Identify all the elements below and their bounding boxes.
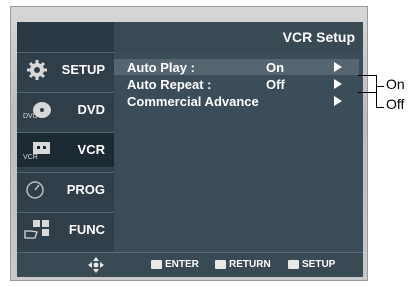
callout-connector [358,75,376,76]
callout-tick [376,86,384,87]
row-label: Commercial Advance [127,94,259,109]
row-value: On [266,60,285,75]
sidebar-item-label: FUNC [68,222,105,237]
footer-return: RETURN [215,259,271,270]
callout-on: On [386,76,405,92]
sidebar-item-vcr[interactable]: VCR VCR [17,132,114,167]
osd-screen: VCR Setup SETUP DVD DVD VCR VCR PROG FUN… [17,22,363,277]
vcr-icon-text: VCR [23,154,38,161]
footer-enter-label: ENTER [165,259,199,270]
footer-enter: ENTER [151,259,199,270]
row-label: Auto Play : [127,60,195,75]
arrow-right-icon [334,62,342,72]
page-title: VCR Setup [282,29,355,45]
sidebar-item-label: VCR [77,142,105,157]
menu-row-commercial-advance[interactable]: Commercial Advance [114,93,359,109]
menu-content: Auto Play : On Auto Repeat : Off Commerc… [114,52,363,252]
hand-icon [24,220,49,239]
sidebar-item-label: SETUP [61,62,105,77]
gear-icon [27,60,47,80]
sidebar-item-label: DVD [77,102,105,117]
menu-row-auto-repeat[interactable]: Auto Repeat : Off [114,76,359,92]
sidebar-item-func[interactable]: FUNC [17,212,114,247]
row-value: Off [266,77,285,92]
arrow-right-icon [334,79,342,89]
header-bar: VCR Setup [17,22,363,52]
footer-bar: ENTER RETURN SETUP [17,252,363,277]
dpad-icon [88,257,104,273]
arrow-right-icon [334,96,342,106]
footer-setup-label: SETUP [302,259,336,270]
callout-off: Off [386,96,405,112]
menu-row-auto-play[interactable]: Auto Play : On [114,59,359,75]
dvd-icon: DVD [23,102,51,120]
sidebar-item-dvd[interactable]: DVD DVD [17,92,114,127]
footer-return-label: RETURN [229,259,271,270]
header-left-block [17,22,114,52]
dvd-icon-text: DVD [23,113,38,120]
clock-icon [26,181,44,199]
callout-tick [376,107,384,108]
enter-icon [151,259,162,269]
setup-icon [288,259,299,269]
return-icon [215,259,226,269]
footer-setup: SETUP [288,259,335,270]
callout-bracket [376,75,377,108]
sidebar-item-prog[interactable]: PROG [17,172,114,207]
sidebar-item-label: PROG [66,182,105,197]
callout-connector [358,92,376,93]
row-label: Auto Repeat : [127,77,212,92]
sidebar-item-setup[interactable]: SETUP [17,52,114,87]
vcr-icon: VCR [23,142,50,161]
sidebar: SETUP DVD DVD VCR VCR PROG FUNC [17,52,114,252]
